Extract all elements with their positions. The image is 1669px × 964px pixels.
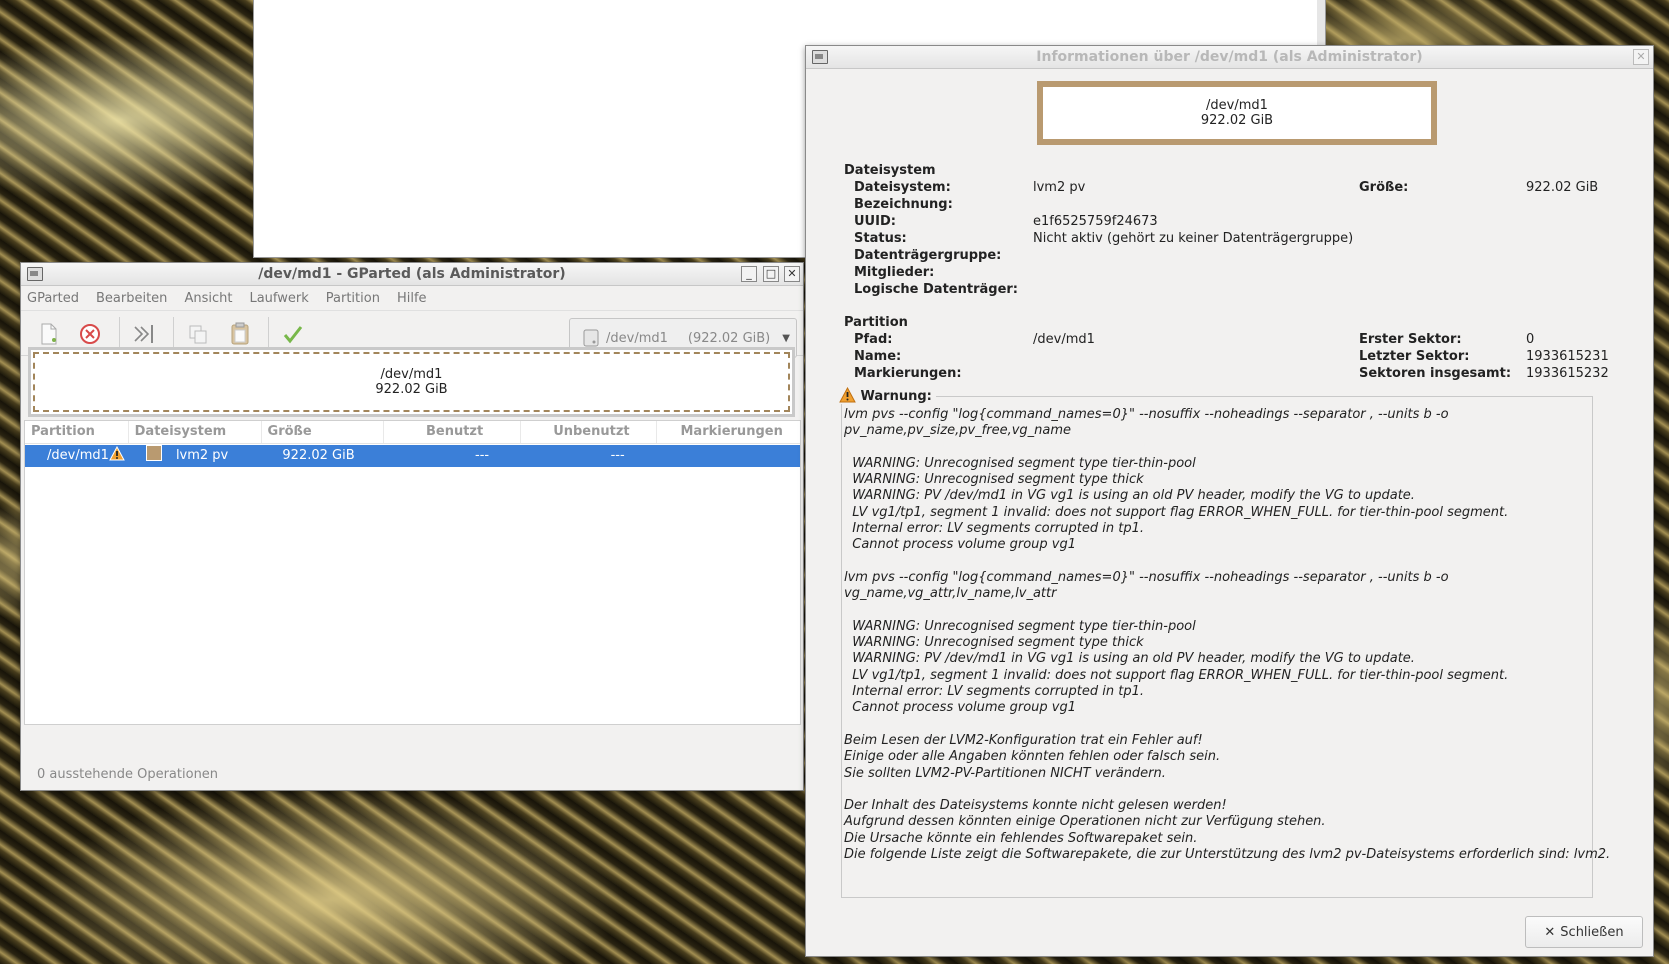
- info-box-device: /dev/md1: [1206, 98, 1268, 113]
- table-row[interactable]: /dev/md1 lvm2 pv 922.02 GiB --- ---: [25, 445, 800, 467]
- row-used: ---: [475, 448, 490, 463]
- new-document-icon: [41, 323, 57, 345]
- device-selector-device: /dev/md1: [606, 330, 668, 346]
- paste-icon: [231, 322, 249, 345]
- label-mitglieder: Mitglieder:: [854, 265, 935, 280]
- warning-header: Warnung:: [839, 386, 936, 404]
- resize-move-button[interactable]: [131, 321, 157, 347]
- label-uuid: UUID:: [854, 214, 896, 229]
- column-benutzt[interactable]: Benutzt: [384, 421, 521, 443]
- label-groesse: Größe:: [1359, 180, 1409, 195]
- label-erster-sektor: Erster Sektor:: [1359, 332, 1462, 347]
- row-partition: /dev/md1: [47, 448, 109, 463]
- gparted-titlebar[interactable]: /dev/md1 - GParted (als Administrator) _…: [21, 263, 803, 286]
- section-partition: Partition: [844, 315, 908, 330]
- menu-gparted[interactable]: GParted: [27, 291, 79, 306]
- toolbar-separator: [119, 317, 120, 351]
- label-letzter-sektor: Letzter Sektor:: [1359, 349, 1470, 364]
- info-dialog: Informationen über /dev/md1 (als Adminis…: [805, 45, 1654, 957]
- warning-text: lvm pvs --config "log{command_names=0}" …: [844, 407, 1611, 863]
- column-markierungen[interactable]: Markierungen: [657, 421, 800, 443]
- disk-map-size: 922.02 GiB: [375, 382, 448, 397]
- copy-button[interactable]: [185, 321, 211, 347]
- column-groesse[interactable]: Größe: [262, 421, 384, 443]
- partition-list: Partition Dateisystem Größe Benutzt Unbe…: [24, 420, 801, 725]
- gparted-window: /dev/md1 - GParted (als Administrator) _…: [20, 262, 804, 791]
- value-uuid: e1f6525759f24673: [1033, 214, 1158, 229]
- warning-icon: [109, 445, 146, 467]
- menu-bearbeiten[interactable]: Bearbeiten: [96, 291, 167, 306]
- info-close-icon[interactable]: ✕: [1633, 49, 1649, 65]
- label-markierungen: Markierungen:: [854, 366, 962, 381]
- delete-icon: [80, 324, 100, 344]
- disk-map-device: /dev/md1: [380, 367, 443, 382]
- copy-icon: [189, 325, 207, 344]
- value-dateisystem: lvm2 pv: [1033, 180, 1086, 195]
- fs-color: [146, 445, 163, 461]
- delete-partition-button[interactable]: [77, 321, 103, 347]
- maximize-button[interactable]: □: [763, 266, 779, 282]
- checkmark-icon: [283, 326, 303, 344]
- label-name: Name:: [854, 349, 902, 364]
- schliessen-button[interactable]: ✕ Schließen: [1525, 916, 1643, 948]
- warning-label: Warnung:: [860, 389, 932, 404]
- info-partition-box: /dev/md1 922.02 GiB: [1037, 81, 1437, 145]
- label-pfad: Pfad:: [854, 332, 893, 347]
- label-bezeichnung: Bezeichnung:: [854, 197, 953, 212]
- label-sektoren-insgesamt: Sektoren insgesamt:: [1359, 366, 1512, 381]
- disk-map[interactable]: /dev/md1 922.02 GiB: [28, 347, 795, 417]
- menu-hilfe[interactable]: Hilfe: [397, 291, 427, 306]
- window-menu-icon[interactable]: [812, 50, 828, 64]
- new-partition-button[interactable]: [36, 321, 62, 347]
- column-partition[interactable]: Partition: [25, 421, 129, 443]
- toolbar-separator: [173, 317, 174, 351]
- value-groesse: 922.02 GiB: [1526, 180, 1599, 195]
- paste-button[interactable]: [227, 321, 253, 347]
- gparted-title: /dev/md1 - GParted (als Administrator): [258, 266, 566, 282]
- window-menu-icon[interactable]: [27, 267, 43, 281]
- schliessen-label: Schließen: [1560, 924, 1624, 940]
- minimize-button[interactable]: _: [741, 266, 757, 282]
- filesystem-color-swatch: [146, 445, 176, 467]
- label-datentraegergruppe: Datenträgergruppe:: [854, 248, 1002, 263]
- row-unused: ---: [610, 448, 625, 463]
- section-dateisystem: Dateisystem: [844, 163, 936, 178]
- label-status: Status:: [854, 231, 907, 246]
- info-box-size: 922.02 GiB: [1200, 113, 1274, 128]
- menubar: GParted Bearbeiten Ansicht Laufwerk Part…: [21, 286, 803, 311]
- value-status: Nicht aktiv (gehört zu keiner Datenträge…: [1033, 231, 1354, 246]
- value-pfad: /dev/md1: [1033, 332, 1095, 347]
- device-selector-size: (922.02 GiB): [687, 330, 771, 346]
- value-sektoren-insgesamt: 1933615232: [1526, 366, 1609, 381]
- label-logische-datentraeger: Logische Datenträger:: [854, 282, 1018, 297]
- chevron-down-icon: ▼: [782, 332, 790, 344]
- apply-button[interactable]: [280, 321, 306, 347]
- value-letzter-sektor: 1933615231: [1526, 349, 1609, 364]
- resize-move-icon: [134, 325, 153, 343]
- row-filesystem: lvm2 pv: [175, 448, 229, 463]
- toolbar-separator: [268, 317, 269, 351]
- row-flags: [682, 445, 800, 467]
- status-bar: 0 ausstehende Operationen: [37, 767, 219, 782]
- harddisk-icon: [583, 329, 599, 347]
- menu-ansicht[interactable]: Ansicht: [184, 291, 232, 306]
- close-icon: ✕: [1544, 924, 1556, 940]
- row-size: 922.02 GiB: [282, 448, 355, 463]
- info-titlebar[interactable]: Informationen über /dev/md1 (als Adminis…: [806, 46, 1653, 69]
- warning-icon: [839, 386, 856, 403]
- menu-partition[interactable]: Partition: [326, 291, 380, 306]
- partition-list-header: Partition Dateisystem Größe Benutzt Unbe…: [25, 421, 800, 444]
- column-dateisystem[interactable]: Dateisystem: [129, 421, 262, 443]
- label-dateisystem: Dateisystem:: [854, 180, 951, 195]
- value-erster-sektor: 0: [1526, 332, 1535, 347]
- info-title: Informationen über /dev/md1 (als Adminis…: [1036, 49, 1423, 65]
- close-button[interactable]: ✕: [784, 266, 800, 282]
- disk-map-partition[interactable]: /dev/md1 922.02 GiB: [33, 352, 790, 412]
- column-unbenutzt[interactable]: Unbenutzt: [521, 421, 658, 443]
- menu-laufwerk[interactable]: Laufwerk: [249, 291, 308, 306]
